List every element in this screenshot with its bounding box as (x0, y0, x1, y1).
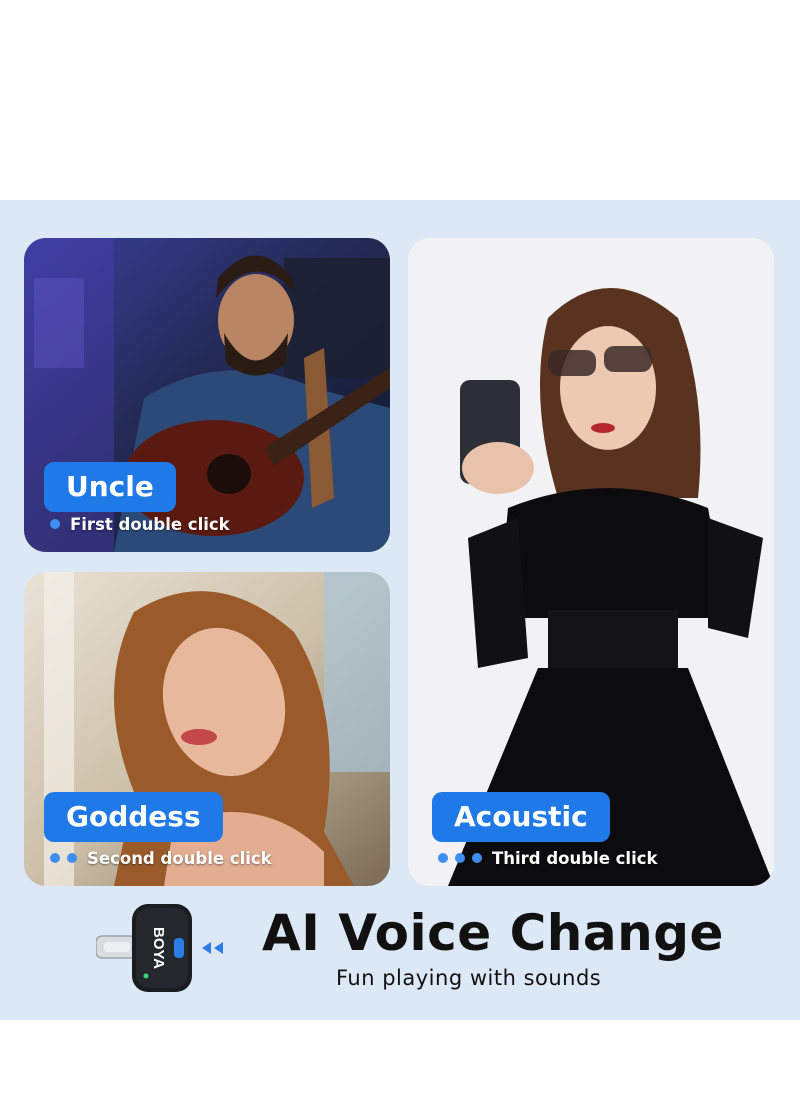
voice-label-goddess: Goddess (44, 792, 223, 842)
click-hint-text: First double click (70, 514, 230, 534)
click-hint-acoustic: Third double click (438, 846, 658, 870)
voice-card-acoustic: Acoustic Third double click (408, 238, 774, 886)
voice-label-acoustic: Acoustic (432, 792, 610, 842)
lightning-microphone-icon: BOYA (95, 898, 226, 998)
voice-card-uncle: Uncle First double click (24, 238, 390, 552)
woman-black-dress-photo (408, 238, 774, 886)
click-hint-text: Third double click (492, 848, 658, 868)
headline: AI Voice Change (262, 904, 724, 962)
device-brand: BOYA (150, 927, 167, 969)
click-dots (50, 853, 77, 863)
click-dots (438, 853, 482, 863)
voice-label-uncle: Uncle (44, 462, 176, 512)
click-hint-goddess: Second double click (50, 846, 272, 870)
click-dots (50, 519, 60, 529)
voice-card-goddess: Goddess Second double click (24, 572, 390, 886)
click-hint-text: Second double click (87, 848, 272, 868)
tagline: Fun playing with sounds (336, 966, 602, 990)
click-hint-uncle: First double click (50, 512, 230, 536)
